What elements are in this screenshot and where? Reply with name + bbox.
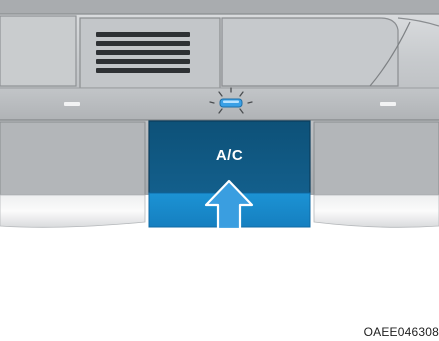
control-panel-illustration: [0, 0, 439, 231]
air-vent-icon: [79, 17, 221, 89]
figure-reference-code: OAEE046308: [363, 325, 439, 339]
illustration-canvas: A/C OAEE046308: [0, 0, 439, 341]
ac-button-label[interactable]: A/C: [151, 147, 308, 164]
upper-bezel-left: [0, 15, 77, 87]
